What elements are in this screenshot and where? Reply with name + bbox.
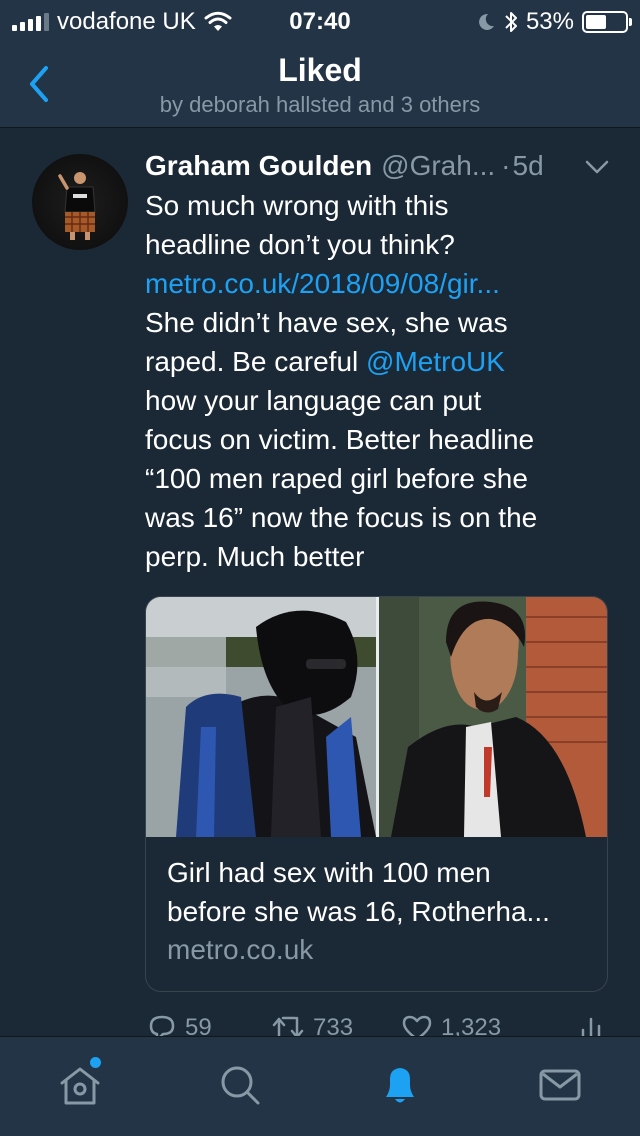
retweet-icon [272, 1016, 304, 1036]
tweet-text-line: So much wrong with this [145, 190, 449, 221]
reply-icon [149, 1015, 175, 1036]
bluetooth-icon [505, 12, 517, 32]
status-bar: vodafone UK 07:40 53% [0, 0, 640, 40]
heart-icon [402, 1015, 432, 1036]
retweet-count: 733 [313, 1014, 354, 1036]
do-not-disturb-icon [479, 13, 494, 30]
tweet-text: So much wrong with this headline don’t y… [145, 186, 615, 576]
tweet-text-line: focus on victim. Better headline [145, 424, 535, 455]
tweet-link[interactable]: metro.co.uk/2018/09/08/gir... [145, 264, 615, 303]
tab-bar [0, 1036, 640, 1136]
battery-percent: 53% [525, 8, 574, 35]
search-icon[interactable] [216, 1061, 264, 1109]
card-title-line: Girl had sex with 100 men [167, 857, 491, 888]
reply-count: 59 [185, 1014, 212, 1036]
analytics-icon [581, 1017, 601, 1036]
tweet-text-line: “100 men raped girl before she [145, 463, 528, 494]
retweet-button[interactable]: 733 [271, 1014, 353, 1036]
card-title-line: before she was 16, Rotherha... [167, 896, 550, 927]
card-image [146, 597, 607, 837]
link-card[interactable]: Girl had sex with 100 men before she was… [145, 596, 608, 992]
home-icon[interactable] [56, 1061, 104, 1109]
notification-dot [90, 1057, 101, 1068]
tweet-text-line: headline don’t you think? [145, 229, 455, 260]
tweet-text-line: She didn’t have sex, she was [145, 307, 508, 338]
tweet-header: Graham Goulden @Grah... · 5d [145, 150, 615, 182]
page-title: Liked [278, 52, 362, 88]
avatar[interactable] [32, 154, 128, 250]
messages-icon[interactable] [536, 1061, 584, 1109]
card-domain: metro.co.uk [167, 934, 314, 965]
top-bar: vodafone UK 07:40 53% Liked by deborah h… [0, 0, 640, 128]
separator-dot: · [501, 150, 511, 181]
tweet-text-fragment: raped. Be careful [145, 346, 367, 377]
notifications-icon[interactable] [376, 1061, 424, 1109]
tweet[interactable]: Graham Goulden @Grah... · 5d So much wro… [0, 130, 640, 1036]
mention-link[interactable]: @MetroUK [366, 346, 505, 377]
author-handle[interactable]: @Grah... [381, 150, 495, 182]
reply-button[interactable]: 59 [147, 1014, 212, 1036]
tweet-text-line: was 16” now the focus is on the [145, 502, 538, 533]
tweet-text-line: raped. Be careful @MetroUK [145, 342, 615, 381]
tweet-text-line: how your language can put [145, 385, 482, 416]
like-count: 1,323 [441, 1014, 502, 1036]
tweet-actions: 59 733 1,323 [145, 1014, 615, 1036]
card-title: Girl had sex with 100 men before she was… [167, 853, 592, 931]
analytics-button[interactable] [577, 1014, 605, 1036]
like-button[interactable]: 1,323 [401, 1014, 501, 1036]
author-name[interactable]: Graham Goulden [145, 150, 372, 182]
tweet-timestamp: 5d [512, 150, 544, 181]
battery-icon [582, 11, 632, 33]
tweet-text-line: perp. Much better [145, 541, 365, 572]
chevron-down-icon[interactable] [584, 158, 610, 176]
page-subtitle[interactable]: by deborah hallsted and 3 others [0, 92, 640, 118]
